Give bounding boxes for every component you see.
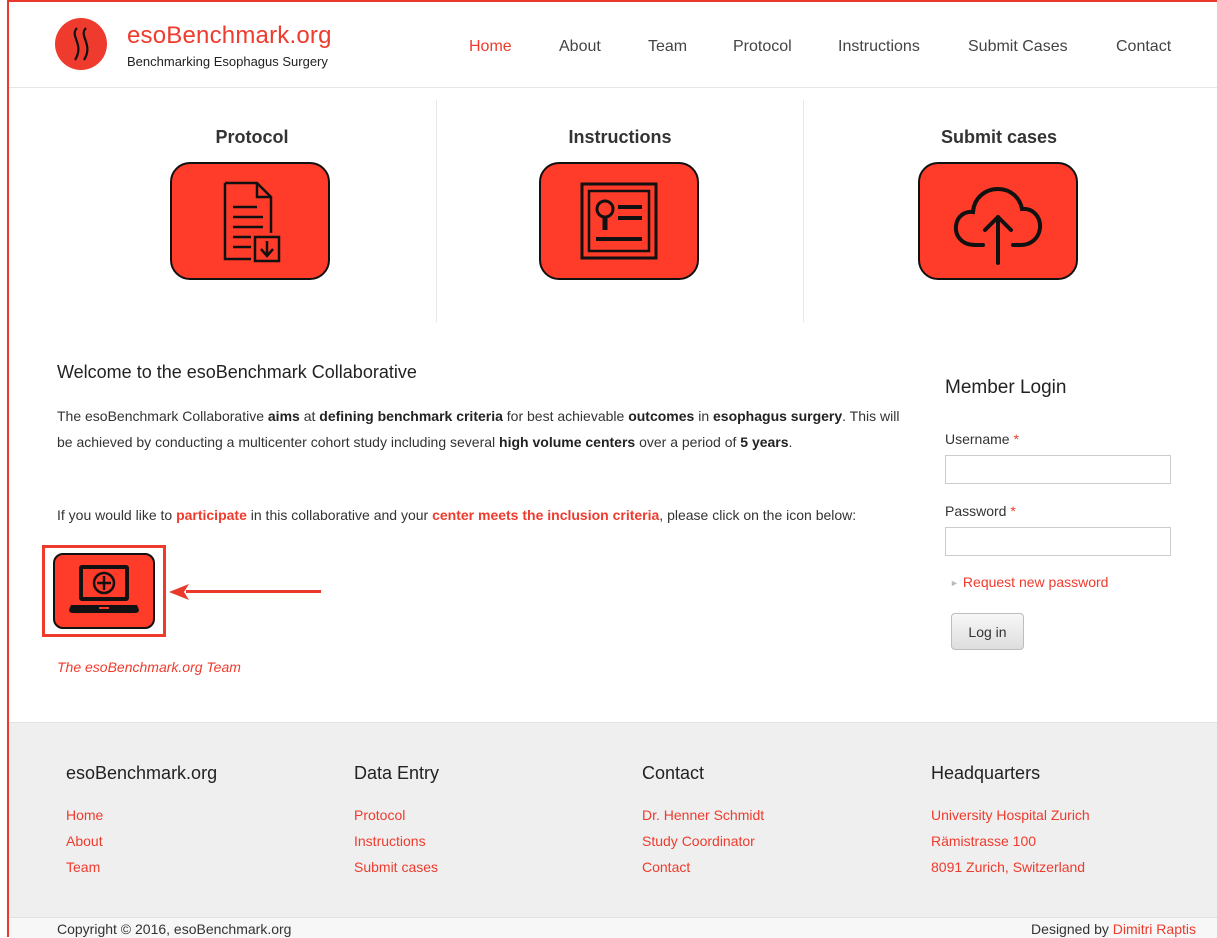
footer-title-contact: Contact	[642, 763, 705, 783]
footer-title-site: esoBenchmark.org	[66, 763, 218, 783]
instructions-button[interactable]	[539, 162, 699, 280]
site-title[interactable]: esoBenchmark.org	[127, 22, 332, 50]
nav-protocol[interactable]: Protocol	[733, 38, 792, 56]
request-password-link[interactable]: ► Request new password	[950, 574, 1108, 590]
footer-link-street[interactable]: Rämistrasse 100	[931, 833, 1036, 849]
intro-paragraph: The esoBenchmark Collaborative aims at d…	[57, 408, 900, 450]
join-collaborative-button[interactable]	[53, 553, 155, 629]
footer-link-contact[interactable]: Contact	[642, 859, 690, 875]
password-label: Password *	[945, 503, 1016, 519]
nav-about[interactable]: About	[559, 38, 601, 56]
participate-link[interactable]: participate	[176, 507, 247, 523]
bullet-icon: ►	[950, 578, 959, 588]
designed-by: Designed by Dimitri Raptis	[1031, 921, 1196, 937]
nav-home[interactable]: Home	[469, 38, 512, 56]
footer-link-contact-person[interactable]: Dr. Henner Schmidt	[642, 807, 764, 823]
login-heading: Member Login	[945, 377, 1067, 398]
username-label: Username *	[945, 431, 1019, 447]
team-signature: The esoBenchmark.org Team	[57, 659, 241, 675]
cloud-upload-icon	[953, 186, 1043, 265]
feature-title-protocol: Protocol	[215, 127, 289, 147]
nav-contact[interactable]: Contact	[1116, 38, 1171, 56]
logo-icon[interactable]	[55, 18, 107, 70]
designer-link[interactable]: Dimitri Raptis	[1113, 921, 1196, 937]
instructions-card-icon	[580, 182, 658, 260]
column-divider	[436, 100, 437, 322]
welcome-heading: Welcome to the esoBenchmark Collaborativ…	[57, 362, 417, 382]
protocol-button[interactable]	[170, 162, 330, 280]
arrow-head-icon	[169, 584, 189, 600]
participation-paragraph: If you would like to participate in this…	[57, 507, 857, 523]
feature-title-submit-cases: Submit cases	[940, 127, 1058, 147]
username-input[interactable]	[945, 455, 1171, 484]
column-divider	[803, 100, 804, 322]
nav-team[interactable]: Team	[648, 38, 687, 56]
site-header: esoBenchmark.org Benchmarking Esophagus …	[9, 2, 1217, 88]
inclusion-criteria-link[interactable]: center meets the inclusion criteria	[432, 507, 659, 523]
footer-link-team[interactable]: Team	[66, 859, 100, 875]
nav-submit-cases[interactable]: Submit Cases	[968, 38, 1068, 56]
footer-link-study-coordinator[interactable]: Study Coordinator	[642, 833, 755, 849]
document-download-icon	[223, 181, 281, 263]
footer-title-headquarters: Headquarters	[931, 763, 1041, 783]
pointer-arrow-line	[186, 590, 321, 593]
submit-cases-button[interactable]	[918, 162, 1078, 280]
footer-link-submit-cases[interactable]: Submit cases	[354, 859, 438, 875]
feature-title-instructions: Instructions	[568, 127, 672, 147]
nav-instructions[interactable]: Instructions	[838, 38, 920, 56]
footer-link-protocol[interactable]: Protocol	[354, 807, 405, 823]
footer-link-about[interactable]: About	[66, 833, 103, 849]
footer-link-home[interactable]: Home	[66, 807, 103, 823]
footer-title-data-entry: Data Entry	[354, 763, 440, 783]
laptop-plus-icon	[69, 565, 139, 613]
footer-link-city[interactable]: 8091 Zurich, Switzerland	[931, 859, 1085, 875]
site-subtitle: Benchmarking Esophagus Surgery	[127, 54, 328, 69]
password-input[interactable]	[945, 527, 1171, 556]
login-button[interactable]: Log in	[951, 613, 1024, 650]
copyright-text: Copyright © 2016, esoBenchmark.org	[57, 921, 292, 937]
footer-link-hospital[interactable]: University Hospital Zurich	[931, 807, 1090, 823]
footer-link-instructions[interactable]: Instructions	[354, 833, 426, 849]
